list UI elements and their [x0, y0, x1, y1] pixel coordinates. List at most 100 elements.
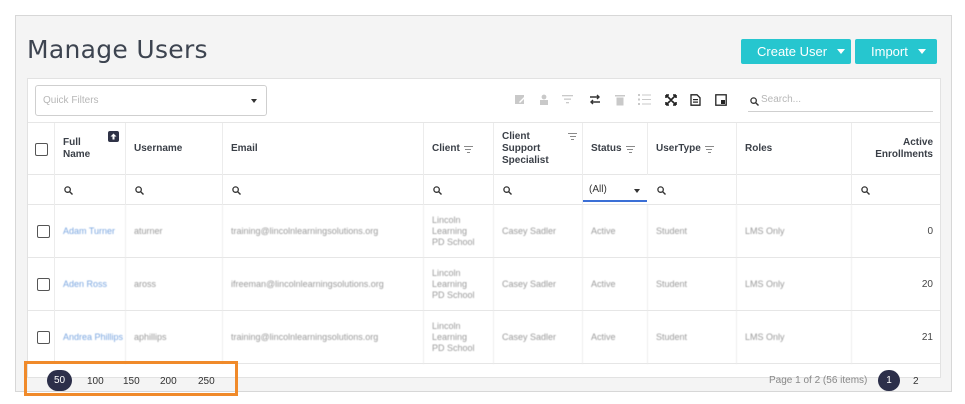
col-support-label: Client Support Specialist [502, 131, 549, 166]
chevron-down-icon [251, 99, 257, 103]
col-roles-label: Roles [745, 143, 773, 154]
cell-client: Lincoln Learning PD School [424, 311, 494, 364]
cell-email: ifreeman@lincolnlearningsolutions.org [223, 258, 424, 311]
filter-enrollments[interactable] [852, 175, 941, 205]
search-icon [64, 185, 73, 195]
cell-status: Active [583, 205, 648, 258]
filter-username[interactable] [126, 175, 223, 205]
page-size-50-button[interactable]: 50 [47, 370, 72, 391]
trash-icon[interactable] [613, 93, 626, 106]
page-number-label: 1 [886, 375, 892, 386]
filter-email[interactable] [223, 175, 424, 205]
import-button[interactable]: Import [855, 39, 937, 64]
page-2-button[interactable]: 2 [913, 376, 919, 387]
search-icon [503, 185, 512, 195]
cell-support: Casey Sadler [494, 205, 583, 258]
caret-down-icon[interactable] [837, 49, 846, 54]
col-usertype-label: UserType [656, 143, 701, 154]
table-header: Full Name Username Email Client Client S… [28, 123, 940, 175]
cell-status: Active [583, 311, 648, 364]
filter-icon[interactable] [625, 145, 635, 153]
caret-down-icon[interactable] [917, 49, 926, 54]
page-size-label: 50 [53, 375, 66, 386]
quick-filters-dropdown[interactable]: Quick Filters [35, 85, 267, 116]
search-input[interactable] [761, 90, 929, 108]
table-row[interactable]: Andrea Phillips aphillips training@linco… [28, 311, 940, 364]
row-select-cell [28, 205, 55, 258]
import-label: Import [871, 44, 908, 59]
page-size-250-button[interactable]: 250 [198, 376, 215, 387]
export-icon[interactable] [689, 93, 702, 106]
search-icon [135, 185, 144, 195]
expand-icon[interactable] [664, 93, 677, 106]
swap-icon[interactable] [588, 93, 601, 106]
filter-icon[interactable] [463, 145, 473, 153]
filter-icon[interactable] [568, 132, 577, 140]
cell-email: training@lincolnlearningsolutions.org [223, 311, 424, 364]
create-user-button[interactable]: Create User [741, 39, 851, 64]
col-username-label: Username [134, 143, 183, 154]
col-status-label: Status [591, 143, 622, 154]
page-info: Page 1 of 2 (56 items) [769, 375, 868, 386]
col-username[interactable]: Username [126, 123, 223, 175]
col-roles[interactable]: Roles [737, 123, 852, 175]
col-full-name-label: Full Name [63, 137, 91, 160]
status-filter-select[interactable]: (All) [583, 178, 647, 202]
col-full-name[interactable]: Full Name [55, 123, 126, 175]
cell-full-name[interactable]: Andrea Phillips [55, 311, 126, 364]
col-usertype[interactable]: UserType [648, 123, 737, 175]
table-row[interactable]: Aden Ross aross ifreeman@lincolnlearning… [28, 258, 940, 311]
col-enrollments[interactable]: Active Enrollments [852, 123, 941, 175]
edit-icon[interactable] [513, 93, 526, 106]
col-client[interactable]: Client [424, 123, 494, 175]
col-support[interactable]: Client Support Specialist [494, 123, 583, 175]
cell-enrollments: 0 [927, 226, 933, 237]
col-enrollments-label: Active Enrollments [875, 137, 933, 160]
filter-full-name[interactable] [55, 175, 126, 205]
app-frame: Manage Users Create User Import Quick Fi… [15, 15, 952, 392]
page-size-100-button[interactable]: 100 [87, 376, 104, 387]
col-email[interactable]: Email [223, 123, 424, 175]
create-user-label: Create User [757, 44, 828, 59]
cell-support: Casey Sadler [494, 311, 583, 364]
cell-username: aturner [126, 205, 223, 258]
filter-icon[interactable] [561, 93, 574, 106]
col-email-label: Email [231, 143, 258, 154]
select-all-checkbox[interactable] [35, 142, 48, 156]
cell-username: aphillips [126, 311, 223, 364]
page-1-button[interactable]: 1 [878, 370, 900, 391]
row-checkbox[interactable] [37, 278, 50, 291]
cell-enrollments: 20 [921, 279, 933, 290]
cell-client: Lincoln Learning PD School [424, 258, 494, 311]
cell-full-name[interactable]: Aden Ross [55, 258, 126, 311]
col-status[interactable]: Status [583, 123, 648, 175]
table-row[interactable]: Adam Turner aturner training@lincolnlear… [28, 205, 940, 258]
user-lock-icon[interactable] [537, 93, 550, 106]
page-size-150-button[interactable]: 150 [123, 376, 140, 387]
select-all-cell [28, 123, 55, 175]
cell-username: aross [126, 258, 223, 311]
checklist-icon[interactable] [638, 93, 651, 106]
row-checkbox[interactable] [37, 331, 50, 344]
search-icon [861, 185, 870, 195]
cell-usertype: Student [648, 311, 737, 364]
filter-usertype[interactable] [648, 175, 737, 205]
search-icon [433, 185, 442, 195]
filter-support[interactable] [494, 175, 583, 205]
cell-usertype: Student [648, 205, 737, 258]
cell-usertype: Student [648, 258, 737, 311]
columns-icon[interactable] [714, 93, 727, 106]
sort-asc-icon[interactable] [108, 131, 119, 142]
row-checkbox[interactable] [37, 225, 50, 238]
cell-email: training@lincolnlearningsolutions.org [223, 205, 424, 258]
page-size-200-button[interactable]: 200 [160, 376, 177, 387]
filter-row: (All) [28, 175, 940, 205]
status-filter-value: (All) [589, 184, 607, 195]
filter-icon[interactable] [704, 145, 714, 153]
col-client-label: Client [432, 143, 460, 154]
filter-client[interactable] [424, 175, 494, 205]
chevron-down-icon [634, 189, 640, 193]
cell-client: Lincoln Learning PD School [424, 205, 494, 258]
cell-full-name[interactable]: Adam Turner [55, 205, 126, 258]
users-grid: Quick Filters Search... Full Name Userna… [27, 78, 941, 378]
